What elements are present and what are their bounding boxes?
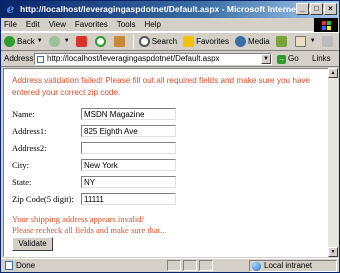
go-arrow-icon: → bbox=[277, 54, 286, 64]
error-summary: Address validation failed! Please fill o… bbox=[12, 76, 311, 97]
address-label: Address bbox=[4, 53, 34, 63]
page-icon bbox=[37, 56, 44, 63]
go-button[interactable]: → Go bbox=[277, 53, 299, 65]
links-button[interactable]: Links bbox=[312, 51, 331, 67]
title-bar: e http://localhost/leveragingaspdotnet/D… bbox=[1, 1, 339, 18]
menu-help[interactable]: Help bbox=[144, 18, 160, 31]
validate-button[interactable]: Validate bbox=[12, 237, 53, 251]
home-button[interactable] bbox=[113, 36, 127, 47]
address1-row: Address1: bbox=[12, 124, 176, 138]
zone-text: Local intranet bbox=[264, 261, 313, 270]
favorites-button[interactable]: Favorites bbox=[183, 33, 229, 50]
back-button[interactable]: Back ▼ bbox=[4, 33, 43, 50]
home-icon bbox=[113, 36, 125, 47]
state-input[interactable] bbox=[81, 176, 176, 188]
status-pane bbox=[167, 260, 181, 271]
vertical-scrollbar[interactable]: ▲ ▼ bbox=[328, 68, 338, 257]
print-icon bbox=[321, 36, 333, 47]
status-pane bbox=[183, 260, 197, 271]
city-row: City: bbox=[12, 158, 176, 172]
star-icon bbox=[183, 36, 195, 47]
menu-file[interactable]: File bbox=[4, 18, 17, 31]
status-done: Done bbox=[1, 259, 165, 273]
address2-label: Address2: bbox=[12, 143, 47, 153]
address-dropdown-icon[interactable]: ▼ bbox=[261, 54, 271, 64]
media-label: Media bbox=[247, 37, 270, 46]
address1-label: Address1: bbox=[12, 126, 47, 136]
windows-logo-icon bbox=[314, 18, 338, 32]
state-row: State: bbox=[12, 175, 176, 189]
status-bar: Done Local intranet bbox=[1, 258, 339, 272]
state-label: State: bbox=[12, 177, 32, 187]
forward-button[interactable]: ▼ bbox=[48, 33, 70, 50]
go-label: Go bbox=[288, 54, 299, 63]
toolbar-separator bbox=[132, 34, 134, 49]
print-button[interactable] bbox=[321, 36, 335, 47]
menu-tools[interactable]: Tools bbox=[117, 18, 136, 31]
page-icon bbox=[5, 261, 13, 270]
stop-button[interactable] bbox=[75, 36, 89, 47]
page-content: Address validation failed! Please fill o… bbox=[3, 68, 329, 257]
history-icon bbox=[275, 36, 287, 47]
menu-bar: File Edit View Favorites Tools Help bbox=[1, 18, 339, 32]
internet-explorer-icon: e bbox=[6, 2, 15, 16]
refresh-icon bbox=[94, 36, 106, 47]
zip-row: Zip Code(5 digit): bbox=[12, 192, 176, 206]
name-input[interactable] bbox=[81, 108, 176, 120]
menu-favorites[interactable]: Favorites bbox=[75, 18, 108, 31]
minimize-button[interactable]: _ bbox=[296, 3, 309, 15]
address-bar: Address http://localhost/leveragingaspdo… bbox=[1, 51, 339, 67]
back-arrow-icon bbox=[4, 36, 15, 47]
search-button[interactable]: Search bbox=[138, 33, 178, 50]
zip-label: Zip Code(5 digit): bbox=[12, 194, 74, 204]
city-input[interactable] bbox=[81, 159, 176, 171]
close-button[interactable]: × bbox=[324, 3, 337, 15]
city-label: City: bbox=[12, 160, 30, 170]
validation-message: Your shipping address appears invalid! P… bbox=[12, 214, 166, 236]
scroll-down-icon[interactable]: ▼ bbox=[328, 247, 338, 257]
search-icon bbox=[138, 36, 150, 47]
status-pane bbox=[199, 260, 213, 271]
address2-row: Address2: bbox=[12, 141, 176, 155]
mail-dropdown-icon[interactable]: ▼ bbox=[310, 33, 316, 50]
refresh-button[interactable] bbox=[94, 36, 108, 47]
menu-edit[interactable]: Edit bbox=[26, 18, 40, 31]
globe-icon bbox=[252, 261, 261, 271]
standard-toolbar: Back ▼ ▼ Search Favorites Media ▼ bbox=[1, 32, 339, 51]
stop-icon bbox=[75, 36, 87, 47]
name-label: Name: bbox=[12, 109, 35, 119]
media-icon bbox=[234, 36, 246, 47]
back-label: Back bbox=[17, 37, 35, 46]
security-zone: Local intranet bbox=[249, 260, 337, 272]
history-button[interactable] bbox=[275, 36, 289, 47]
mail-icon bbox=[294, 36, 306, 47]
forward-dropdown-icon[interactable]: ▼ bbox=[64, 33, 70, 50]
media-button[interactable]: Media bbox=[234, 33, 270, 50]
zip-input[interactable] bbox=[81, 193, 176, 205]
window-controls: _ □ × bbox=[296, 3, 337, 15]
back-dropdown-icon[interactable]: ▼ bbox=[37, 33, 43, 50]
window-title: http://localhost/leveragingaspdotnet/Def… bbox=[20, 4, 336, 14]
name-row: Name: bbox=[12, 107, 176, 121]
browser-window: e http://localhost/leveragingaspdotnet/D… bbox=[0, 0, 340, 273]
address1-input[interactable] bbox=[81, 125, 176, 137]
address-input[interactable]: http://localhost/leveragingaspdotnet/Def… bbox=[34, 53, 272, 65]
address-url: http://localhost/leveragingaspdotnet/Def… bbox=[47, 54, 220, 63]
maximize-button[interactable]: □ bbox=[310, 3, 323, 15]
favorites-label: Favorites bbox=[196, 37, 229, 46]
search-label: Search bbox=[151, 37, 178, 46]
scroll-up-icon[interactable]: ▲ bbox=[328, 68, 338, 78]
address2-input[interactable] bbox=[81, 142, 176, 154]
forward-arrow-icon bbox=[48, 36, 60, 47]
status-text: Done bbox=[16, 260, 36, 270]
menu-view[interactable]: View bbox=[49, 18, 66, 31]
mail-button[interactable]: ▼ bbox=[294, 33, 316, 50]
validation-line-2: Please recheck all fields and make sure … bbox=[12, 225, 167, 235]
validation-line-1: Your shipping address appears invalid! bbox=[12, 214, 145, 224]
